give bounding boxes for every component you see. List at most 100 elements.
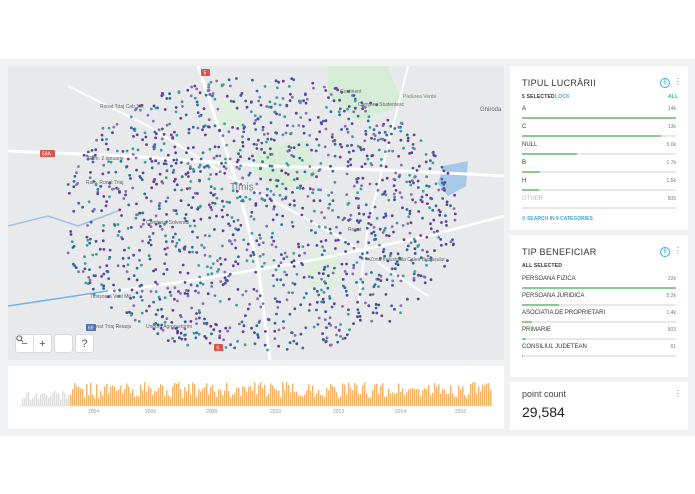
map-point[interactable] (245, 248, 249, 252)
map-point[interactable] (101, 126, 105, 130)
map-point[interactable] (341, 218, 345, 222)
histogram-bar[interactable] (132, 389, 134, 406)
histogram-bar[interactable] (32, 397, 34, 406)
histogram-bar[interactable] (312, 385, 314, 406)
map-point[interactable] (180, 188, 184, 192)
map-point[interactable] (191, 230, 194, 234)
histogram-bar[interactable] (400, 391, 402, 406)
map-point[interactable] (174, 151, 178, 155)
map-point[interactable] (301, 206, 305, 210)
map-point[interactable] (120, 214, 123, 217)
map-point[interactable] (320, 253, 324, 257)
map-point[interactable] (181, 263, 185, 267)
map-point[interactable] (157, 161, 161, 165)
map-point[interactable] (129, 313, 133, 317)
map-point[interactable] (330, 305, 334, 309)
map-point[interactable] (76, 182, 79, 185)
histogram-bar[interactable] (402, 388, 404, 406)
map-point[interactable] (286, 163, 290, 167)
map-point[interactable] (141, 222, 145, 226)
map-point[interactable] (206, 273, 210, 276)
map-point[interactable] (425, 193, 429, 197)
map-point[interactable] (203, 234, 207, 237)
map-point[interactable] (104, 142, 108, 146)
map-point[interactable] (236, 262, 240, 266)
map-point[interactable] (346, 144, 349, 148)
map-point[interactable] (432, 150, 435, 154)
map-point[interactable] (209, 173, 213, 176)
map-point[interactable] (241, 135, 244, 139)
map-point[interactable] (261, 128, 265, 132)
map-point[interactable] (184, 213, 188, 216)
map-point[interactable] (228, 326, 232, 330)
map-point[interactable] (168, 92, 172, 96)
map-point[interactable] (446, 259, 449, 262)
map-point[interactable] (254, 270, 258, 274)
map-point[interactable] (278, 300, 282, 304)
map-point[interactable] (77, 165, 80, 168)
map-point[interactable] (186, 294, 190, 298)
map-point[interactable] (352, 246, 356, 250)
map-point[interactable] (384, 193, 388, 197)
map-point[interactable] (440, 177, 444, 181)
map-point[interactable] (302, 296, 306, 299)
map-point[interactable] (198, 316, 201, 320)
map-point[interactable] (354, 106, 357, 110)
map-point[interactable] (152, 300, 156, 304)
map-point[interactable] (201, 128, 204, 132)
map-point[interactable] (442, 169, 446, 173)
map-point[interactable] (311, 81, 315, 85)
histogram-bar[interactable] (326, 388, 328, 406)
map-point[interactable] (425, 235, 429, 239)
map-point[interactable] (299, 184, 302, 188)
map-point[interactable] (445, 224, 448, 227)
map-point[interactable] (250, 232, 254, 235)
histogram-bar[interactable] (194, 384, 196, 406)
map-point[interactable] (179, 116, 183, 120)
map-point[interactable] (273, 337, 277, 340)
map-point[interactable] (166, 246, 169, 250)
map-point[interactable] (376, 138, 380, 142)
map-point[interactable] (171, 308, 175, 312)
map-point[interactable] (229, 99, 233, 103)
histogram-bar[interactable] (446, 393, 448, 406)
histogram-bar[interactable] (318, 389, 320, 406)
map-point[interactable] (162, 142, 166, 145)
map-point[interactable] (390, 225, 394, 229)
map-point[interactable] (121, 257, 125, 260)
map-point[interactable] (432, 230, 436, 234)
map-point[interactable] (394, 171, 398, 175)
map-point[interactable] (192, 167, 195, 171)
map-point[interactable] (125, 165, 128, 169)
map-point[interactable] (140, 289, 144, 293)
histogram-bar[interactable] (474, 382, 476, 406)
map-point[interactable] (108, 248, 112, 252)
map-point[interactable] (338, 231, 342, 235)
map-point[interactable] (102, 163, 106, 167)
map-point[interactable] (391, 284, 394, 287)
map-point[interactable] (245, 105, 249, 109)
map-point[interactable] (281, 97, 285, 100)
map-point[interactable] (210, 285, 214, 288)
category-row[interactable]: C 13k (522, 124, 676, 140)
map-point[interactable] (135, 266, 139, 270)
histogram-bar[interactable] (444, 389, 446, 406)
map-point[interactable] (356, 300, 359, 304)
map-canvas[interactable]: Ronat Triaj Cab 1 R Ram. Ronat Triaj Ram… (8, 66, 504, 360)
map-point[interactable] (384, 150, 387, 153)
histogram-bar[interactable] (406, 392, 408, 406)
map-point[interactable] (248, 171, 252, 175)
map-point[interactable] (363, 162, 367, 166)
histogram-bar[interactable] (160, 384, 162, 406)
map-point[interactable] (270, 243, 274, 247)
map-point[interactable] (96, 188, 100, 191)
map-point[interactable] (394, 189, 398, 192)
map-point[interactable] (164, 240, 168, 244)
map-point[interactable] (150, 166, 154, 170)
map-point[interactable] (218, 129, 221, 133)
histogram-bar[interactable] (162, 385, 164, 406)
map-point[interactable] (336, 238, 340, 242)
map-point[interactable] (228, 224, 232, 228)
category-row[interactable]: CONSILIUL JUDETEAN 61 (522, 344, 676, 360)
map-point[interactable] (373, 234, 377, 237)
